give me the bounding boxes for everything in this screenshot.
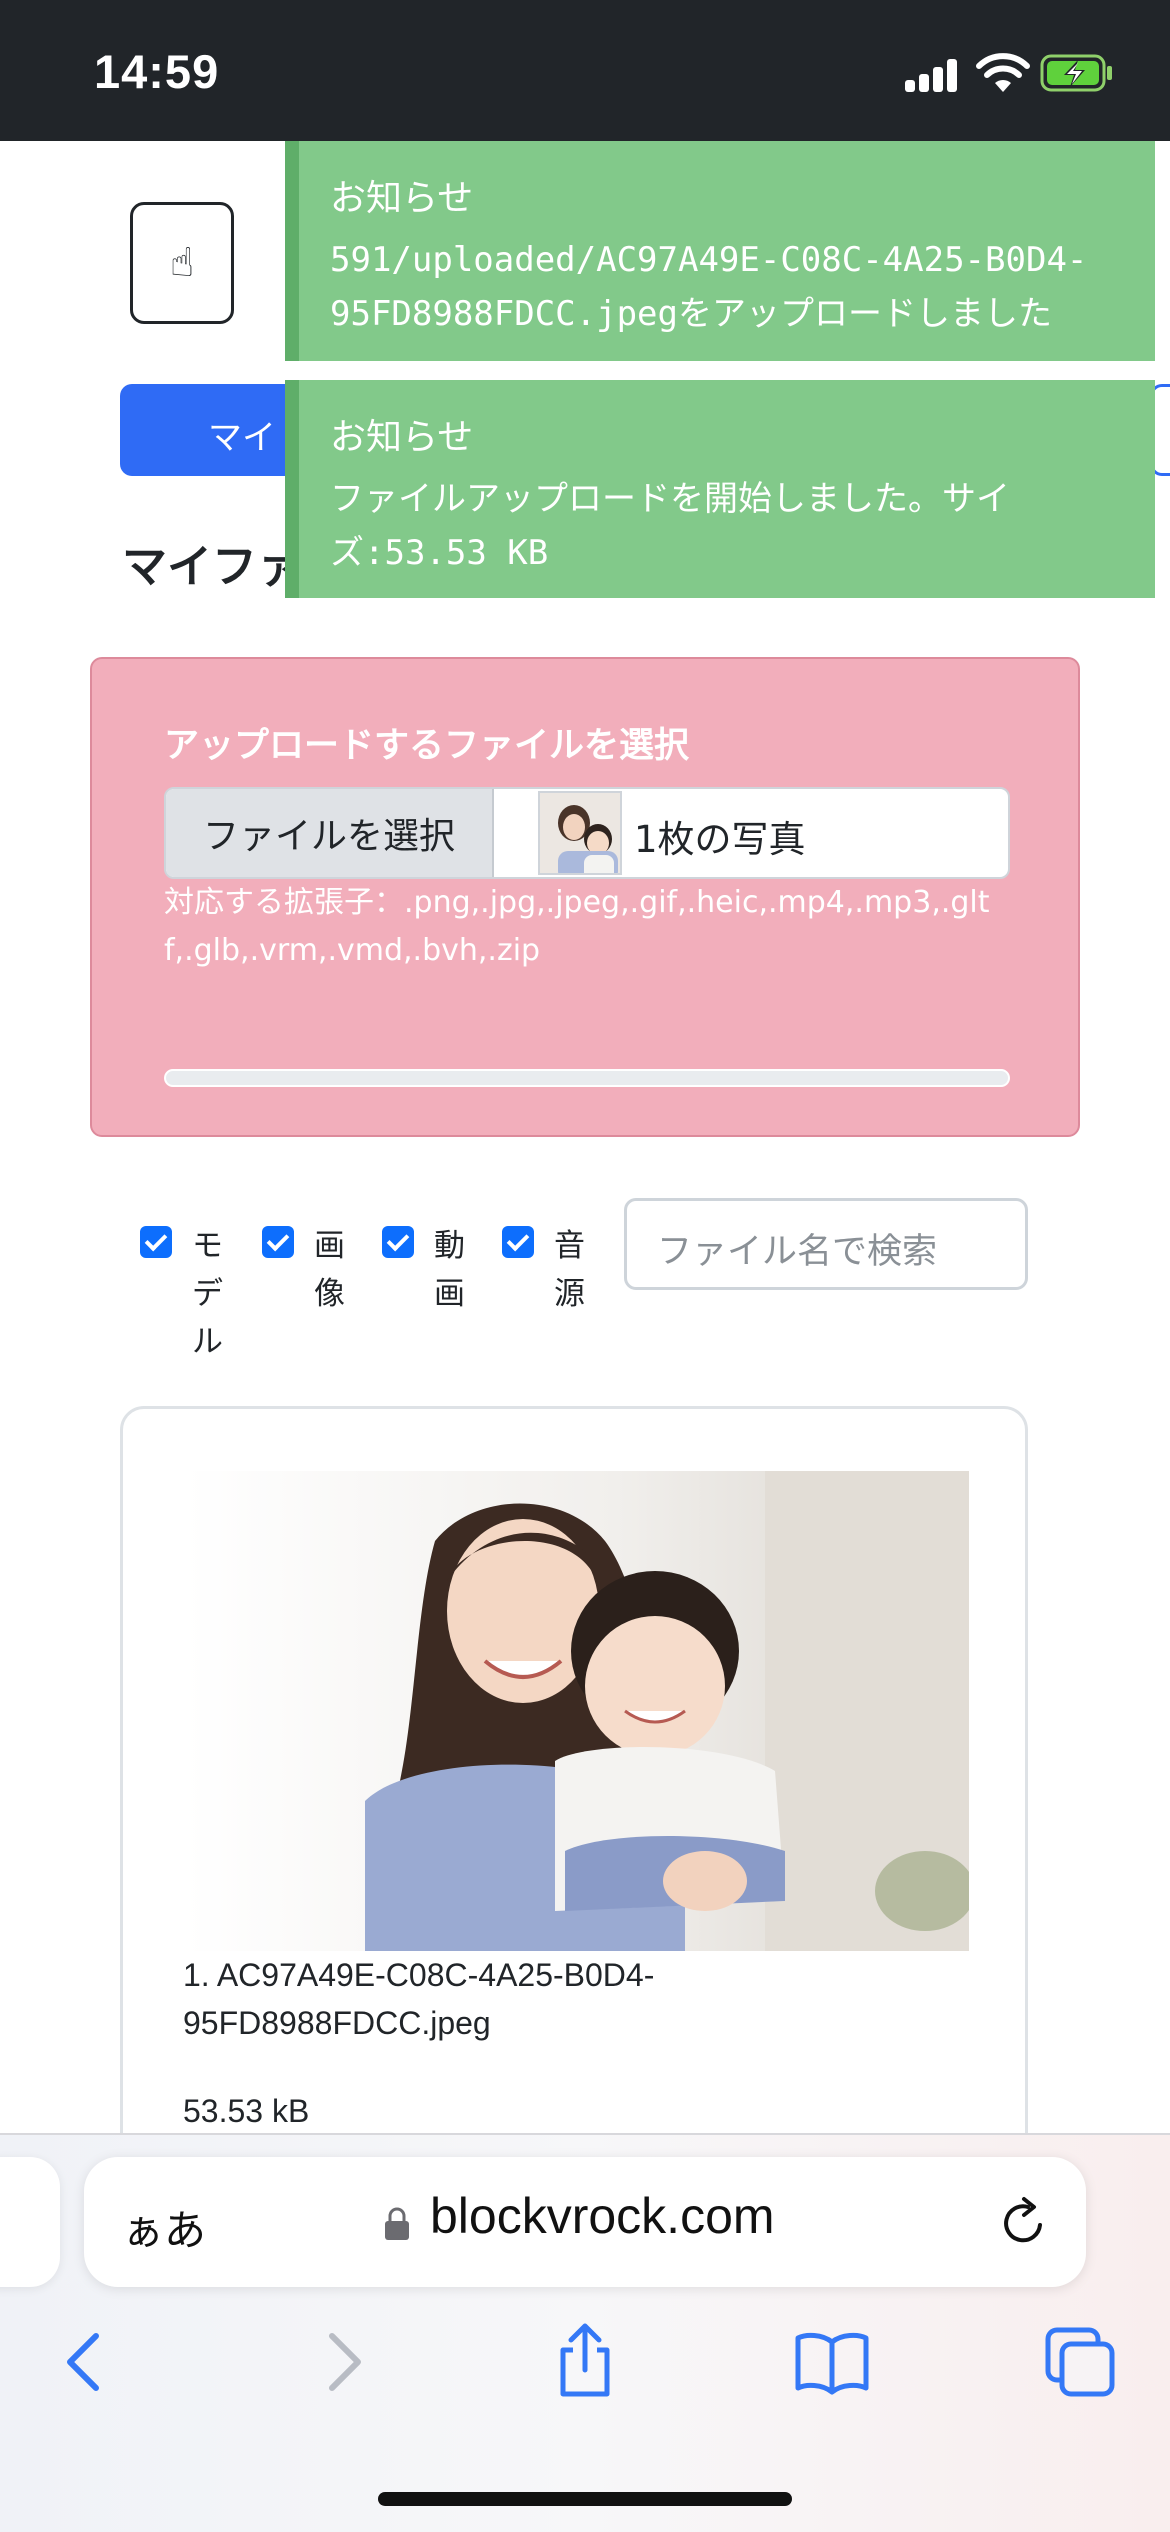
reload-icon[interactable]: [996, 2195, 1052, 2251]
checkbox-checked[interactable]: [382, 1226, 414, 1258]
tabs-icon[interactable]: [1040, 2322, 1120, 2402]
url-domain: blockvrock.com: [430, 2188, 775, 2244]
file-name: 1. AC97A49E-C08C-4A25-B0D4-95FD8988FDCC.…: [183, 1957, 655, 2041]
toast-notification[interactable]: お知らせ 591/uploaded/AC97A49E-C08C-4A25-B0D…: [285, 141, 1155, 361]
checkbox-checked[interactable]: [140, 1226, 172, 1258]
upload-progress-bar: [164, 1069, 1010, 1087]
status-time: 14:59: [94, 45, 220, 98]
supported-extensions: 対応する拡張子：.png,.jpg,.jpeg,.gif,.heic,.mp4,…: [164, 885, 990, 968]
toast-message: 591/uploaded/AC97A49E-C08C-4A25-B0D4-95F…: [330, 240, 1088, 334]
cellular-signal-icon: [905, 58, 959, 92]
toast-title: お知らせ: [330, 178, 474, 219]
choose-file-button[interactable]: ファイルを選択: [166, 789, 494, 877]
file-size: 53.53 kB: [183, 2093, 310, 2129]
search-input[interactable]: ファイル名で検索: [624, 1198, 1028, 1290]
filter-label: 音源: [554, 1228, 585, 1312]
filter-label: 画像: [314, 1228, 345, 1312]
checkbox-checked[interactable]: [262, 1226, 294, 1258]
file-input[interactable]: ファイルを選択 1枚の写真: [164, 787, 1010, 879]
checkbox-checked[interactable]: [502, 1226, 534, 1258]
battery-charging-icon: [1040, 54, 1112, 92]
filter-label: 動画: [434, 1228, 465, 1312]
text-size-button[interactable]: ぁあ: [122, 2197, 206, 2258]
share-icon[interactable]: [545, 2322, 625, 2402]
toast-message: ファイルアップロードを開始しました。サイズ:53.53 KB: [330, 479, 1010, 573]
wifi-icon: [976, 53, 1030, 92]
address-bar[interactable]: ぁあ blockvrock.com: [84, 2157, 1086, 2287]
upload-heading: アップロードするファイルを選択: [164, 726, 690, 766]
toast-notification[interactable]: お知らせ ファイルアップロードを開始しました。サイズ:53.53 KB: [285, 380, 1155, 598]
previous-tab-peek[interactable]: [0, 2157, 60, 2287]
home-indicator: [378, 2492, 792, 2506]
upload-panel: アップロードするファイルを選択 ファイルを選択 1枚の写真 対応する拡張子：.p…: [90, 657, 1080, 1137]
file-selected-status: 1枚の写真: [634, 818, 806, 861]
selected-photo-thumbnail: [538, 791, 622, 875]
logo-button[interactable]: ☝: [130, 202, 234, 324]
file-selection: 1枚の写真: [494, 789, 1008, 877]
toast-title: お知らせ: [330, 417, 474, 458]
lock-icon: [385, 2207, 409, 2240]
back-icon[interactable]: [48, 2322, 128, 2402]
hand-pointer-icon: ☝: [169, 240, 195, 286]
uploaded-photo[interactable]: [185, 1471, 969, 1951]
status-bar: 14:59: [0, 0, 1170, 141]
filter-label: モデル: [192, 1228, 223, 1360]
bookmarks-icon[interactable]: [792, 2322, 872, 2402]
forward-icon[interactable]: [300, 2322, 380, 2402]
